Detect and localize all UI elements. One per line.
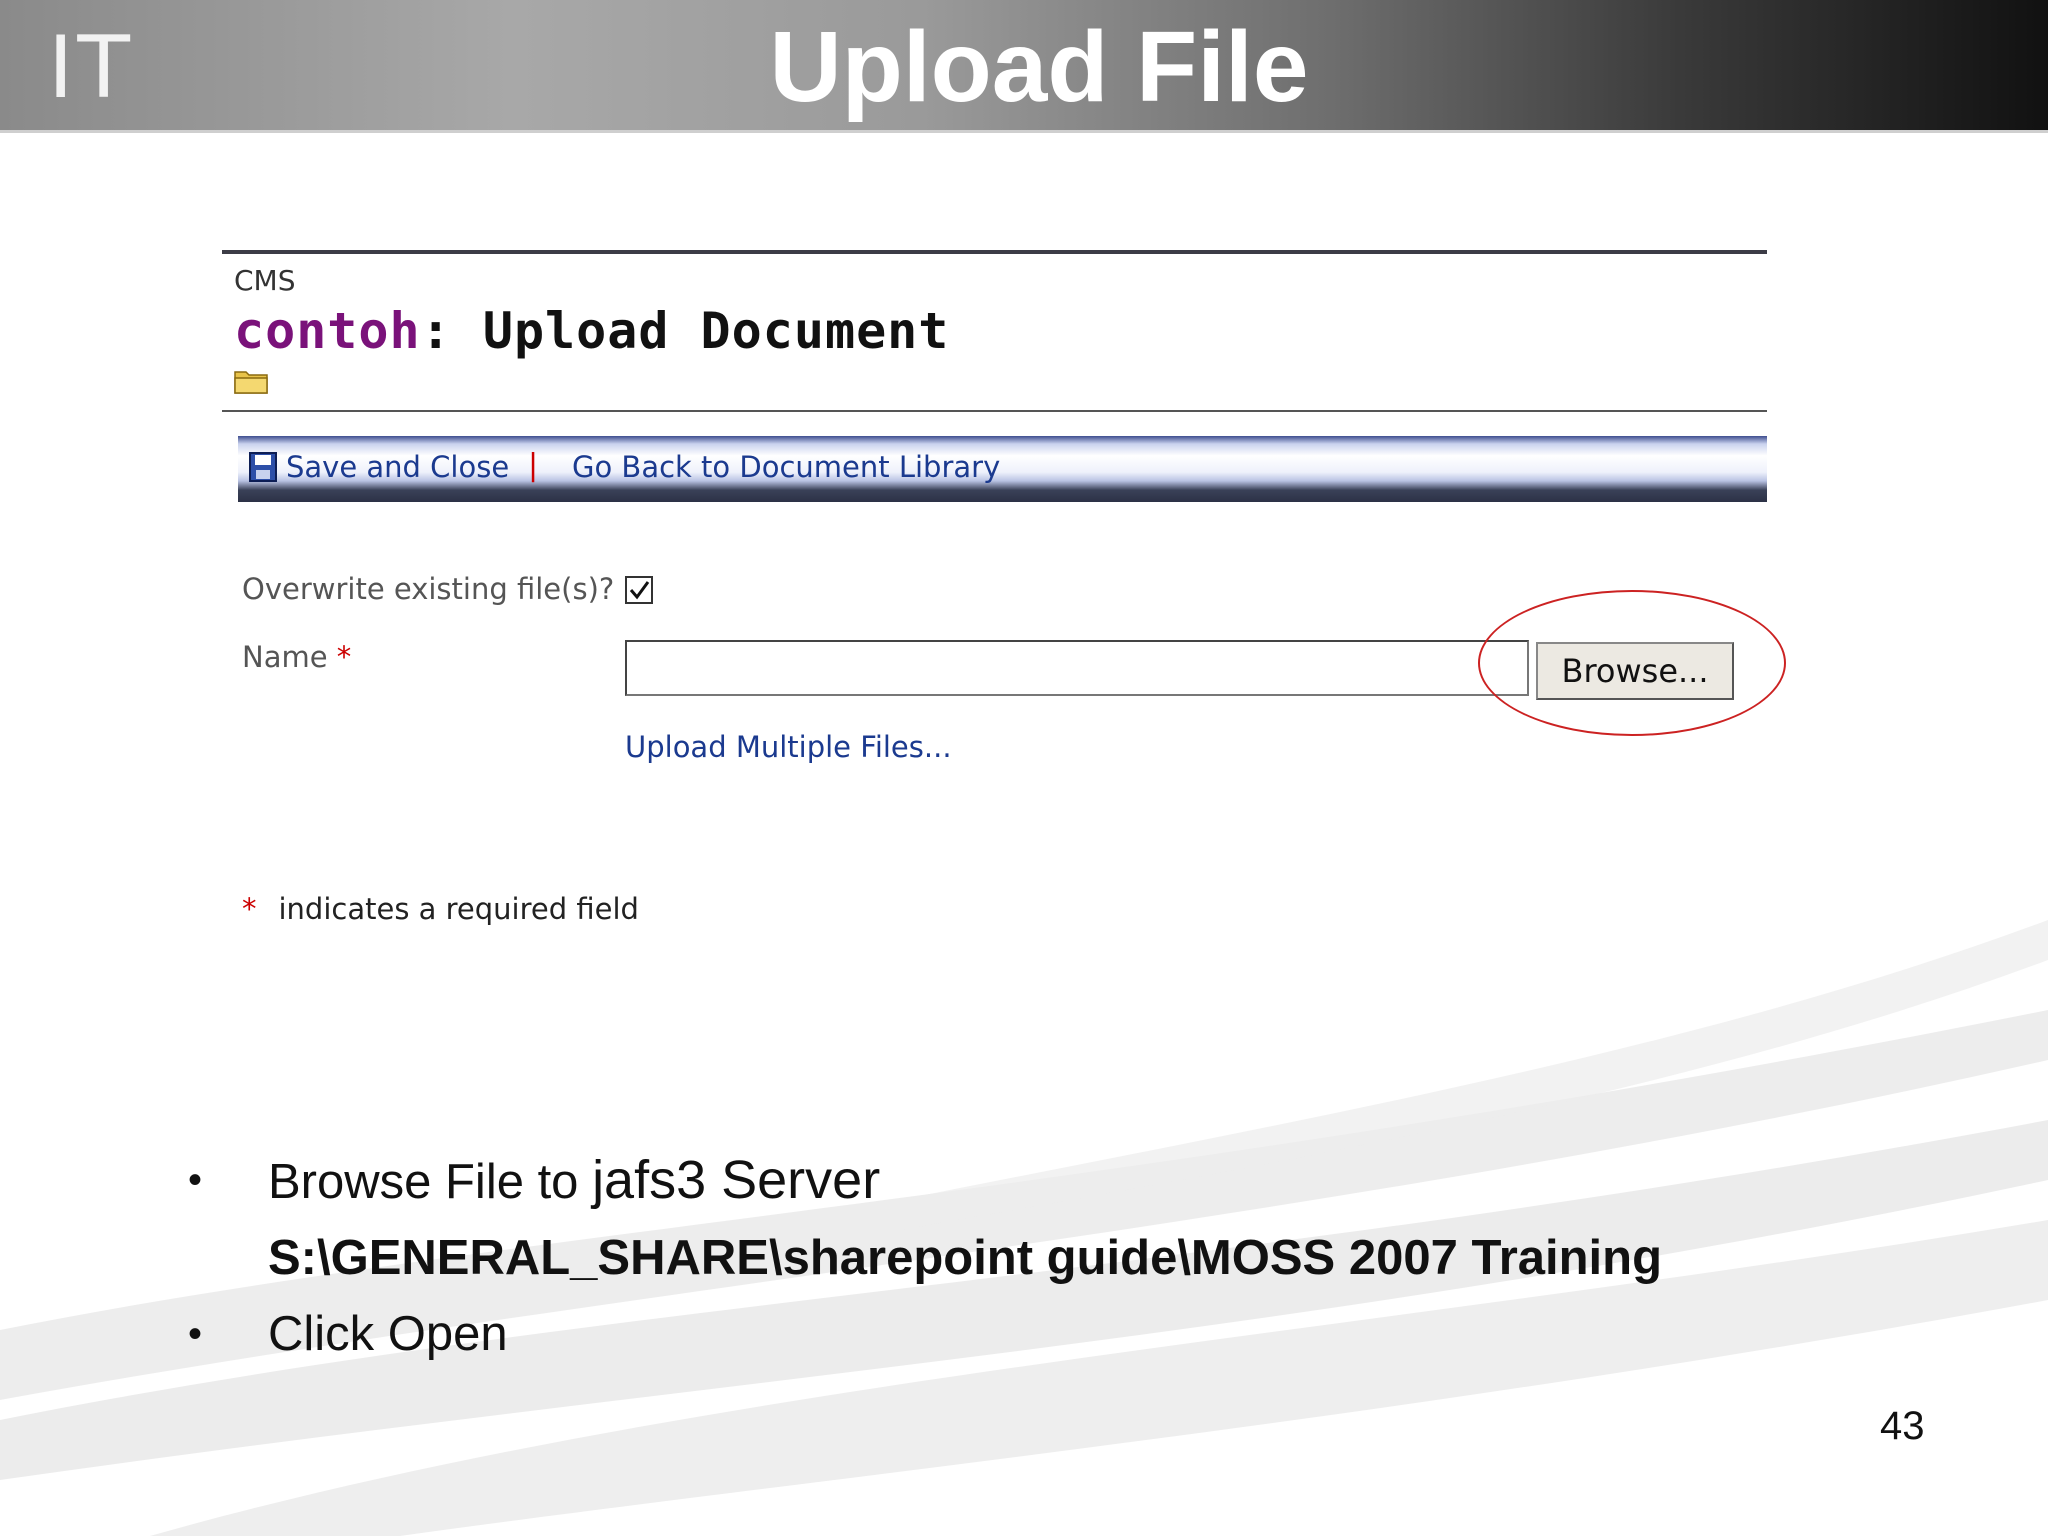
required-asterisk: * [336, 640, 352, 674]
bullet-text-server: jafs3 Server [592, 1150, 881, 1210]
instruction-list: • Browse File to jafs3 Server S:\GENERAL… [188, 1142, 1888, 1372]
list-item: • Click Open [188, 1296, 1888, 1372]
slide-header: IT Upload File [0, 0, 2048, 133]
overwrite-label: Overwrite existing file(s)? [242, 572, 615, 606]
overwrite-checkbox[interactable] [625, 576, 653, 604]
page-number: 43 [1880, 1404, 1925, 1448]
upload-toolbar: Save and Close | Go Back to Document Lib… [238, 436, 1767, 502]
bullet-text: Click Open [268, 1307, 508, 1361]
bullet-icon: • [188, 1158, 203, 1202]
slide-title: Upload File [769, 11, 1309, 123]
checkmark-icon [629, 581, 650, 600]
heading-page-title: Upload Document [482, 302, 950, 360]
page-heading: contoh: Upload Document [234, 302, 949, 360]
list-item: • Browse File to jafs3 Server [188, 1142, 1888, 1220]
top-divider [222, 250, 1767, 254]
upload-multiple-files-link[interactable]: Upload Multiple Files... [625, 730, 952, 764]
folder-icon [234, 371, 268, 394]
go-back-to-library-link[interactable]: Go Back to Document Library [572, 450, 1000, 484]
heading-divider [222, 410, 1767, 412]
file-name-input[interactable] [625, 640, 1529, 696]
name-label-text: Name [242, 640, 328, 674]
save-and-close-link[interactable]: Save and Close [286, 450, 509, 484]
required-note-asterisk: * [242, 892, 257, 926]
share-path: S:\GENERAL_SHARE\sharepoint guide\MOSS 2… [268, 1231, 1663, 1285]
bullet-icon: • [188, 1312, 203, 1356]
bullet-text-prefix: Browse File to [268, 1155, 593, 1209]
required-note-text: indicates a required field [278, 892, 639, 926]
required-field-note: * indicates a required field [242, 892, 639, 926]
heading-separator: : [420, 302, 483, 360]
heading-site-name[interactable]: contoh [234, 302, 421, 360]
browse-button[interactable]: Browse... [1536, 642, 1734, 700]
site-name[interactable]: CMS [234, 264, 295, 297]
upload-document-screenshot: CMS contoh: Upload Document Save and Clo… [222, 250, 1786, 950]
toolbar-separator: | [528, 448, 539, 483]
name-label: Name * [242, 640, 351, 674]
save-icon[interactable] [248, 450, 278, 484]
